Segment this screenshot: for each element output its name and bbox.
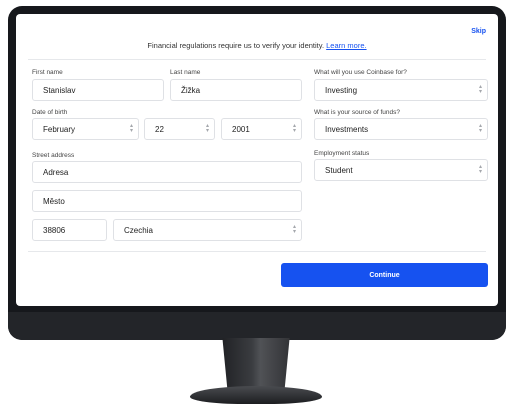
street-address-label: Street address [32, 152, 75, 159]
employment-select[interactable]: Student ▴ ▾ [314, 159, 488, 181]
city-field[interactable]: Město [32, 190, 302, 212]
first-name-field[interactable]: Stanislav [32, 79, 164, 101]
last-name-field[interactable]: Žižka [170, 79, 302, 101]
country-value: Czechia [124, 225, 153, 235]
funds-label: What is your source of funds? [314, 109, 400, 116]
bottom-divider [28, 251, 486, 252]
chevron-updown-icon: ▴ ▾ [292, 224, 296, 235]
top-divider [28, 59, 486, 60]
dob-year-value: 2001 [232, 124, 250, 134]
continue-button[interactable]: Continue [281, 263, 488, 287]
zip-field[interactable]: 38806 [32, 219, 107, 241]
dob-day-value: 22 [155, 124, 164, 134]
zip-value: 38806 [43, 225, 66, 235]
use-select[interactable]: Investing ▴ ▾ [314, 79, 488, 101]
city-value: Město [43, 196, 65, 206]
monitor-stand-base [190, 386, 322, 404]
last-name-value: Žižka [181, 85, 201, 95]
street-value: Adresa [43, 167, 69, 177]
employment-label: Employment status [314, 150, 370, 157]
chevron-updown-icon: ▴ ▾ [129, 123, 133, 134]
use-value: Investing [325, 85, 358, 95]
funds-value: Investments [325, 124, 369, 134]
learn-more-link[interactable]: Learn more. [326, 41, 366, 50]
screen: Skip Financial regulations require us to… [16, 14, 498, 306]
monitor-stand-neck [222, 338, 290, 390]
dob-month-select[interactable]: February ▴ ▾ [32, 118, 139, 140]
street-address-field[interactable]: Adresa [32, 161, 302, 183]
first-name-label: First name [32, 69, 63, 76]
notice-text: Financial regulations require us to veri… [147, 41, 325, 50]
country-select[interactable]: Czechia ▴ ▾ [113, 219, 302, 241]
skip-link[interactable]: Skip [471, 28, 486, 35]
chevron-updown-icon: ▴ ▾ [292, 123, 296, 134]
dob-year-select[interactable]: 2001 ▴ ▾ [221, 118, 302, 140]
chevron-updown-icon: ▴ ▾ [478, 84, 482, 95]
dob-day-select[interactable]: 22 ▴ ▾ [144, 118, 215, 140]
first-name-value: Stanislav [43, 85, 76, 95]
funds-select[interactable]: Investments ▴ ▾ [314, 118, 488, 140]
chevron-updown-icon: ▴ ▾ [205, 123, 209, 134]
employment-value: Student [325, 165, 353, 175]
chevron-updown-icon: ▴ ▾ [478, 164, 482, 175]
chevron-updown-icon: ▴ ▾ [478, 123, 482, 134]
last-name-label: Last name [170, 69, 201, 76]
verification-notice: Financial regulations require us to veri… [16, 41, 498, 50]
dob-month-value: February [43, 124, 76, 134]
monitor-chin [8, 312, 506, 340]
dob-label: Date of birth [32, 109, 68, 116]
use-label: What will you use Coinbase for? [314, 69, 407, 76]
